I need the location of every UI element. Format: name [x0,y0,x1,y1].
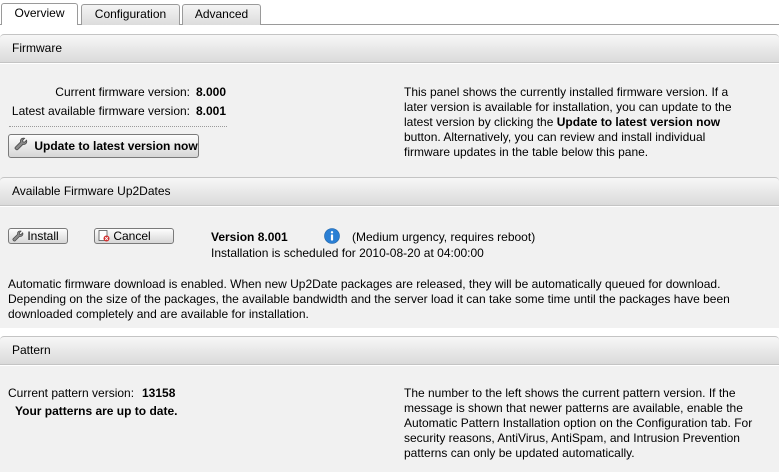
firmware-panel-header: Firmware [0,34,779,63]
install-button[interactable]: Install [8,228,68,244]
update-button-label: Update to latest version now [34,139,198,153]
install-button-label: Install [27,229,59,243]
cancel-icon [98,230,110,245]
wrench-icon [14,136,28,158]
firmware-panel: Firmware Current firmware version: 8.000… [0,34,779,200]
cancel-button[interactable]: Cancel [94,228,174,244]
latest-firmware-value: 8.001 [196,104,227,118]
current-pattern-label: Current pattern version: [8,386,135,400]
pattern-description: The number to the left shows the current… [404,386,753,460]
urgency-text: (Medium urgency, requires reboot) [352,230,536,244]
auto-download-note: Automatic firmware download is enabled. … [8,277,730,321]
scheduled-text: Installation is scheduled for 2010-08-20… [211,246,484,260]
pattern-status: Your patterns are up to date. [15,404,178,418]
wrench-icon [12,230,24,245]
tab-configuration[interactable]: Configuration [81,4,180,25]
tab-overview[interactable]: Overview [1,3,78,25]
pattern-panel-header: Pattern [0,336,779,365]
firmware-divider [9,126,227,127]
cancel-button-label: Cancel [113,229,151,243]
current-firmware-label: Current firmware version: [55,85,190,99]
update-to-latest-button[interactable]: Update to latest version now [8,134,199,158]
up2dates-panel-header: Available Firmware Up2Dates [0,177,779,206]
info-icon[interactable] [324,228,340,247]
tab-advanced[interactable]: Advanced [182,4,261,25]
version-label: Version 8.001 [211,230,288,244]
tab-bar: Overview Configuration Advanced [0,0,779,25]
latest-firmware-label: Latest available firmware version: [11,104,190,118]
current-firmware-value: 8.000 [196,85,227,99]
firmware-description: This panel shows the currently installed… [404,85,732,159]
pattern-panel-body: Current pattern version: 13158 Your patt… [0,366,779,472]
current-pattern-value: 13158 [142,386,176,400]
up2dates-panel-body: Install Cancel Version 8.001 (Medium urg… [0,207,779,328]
